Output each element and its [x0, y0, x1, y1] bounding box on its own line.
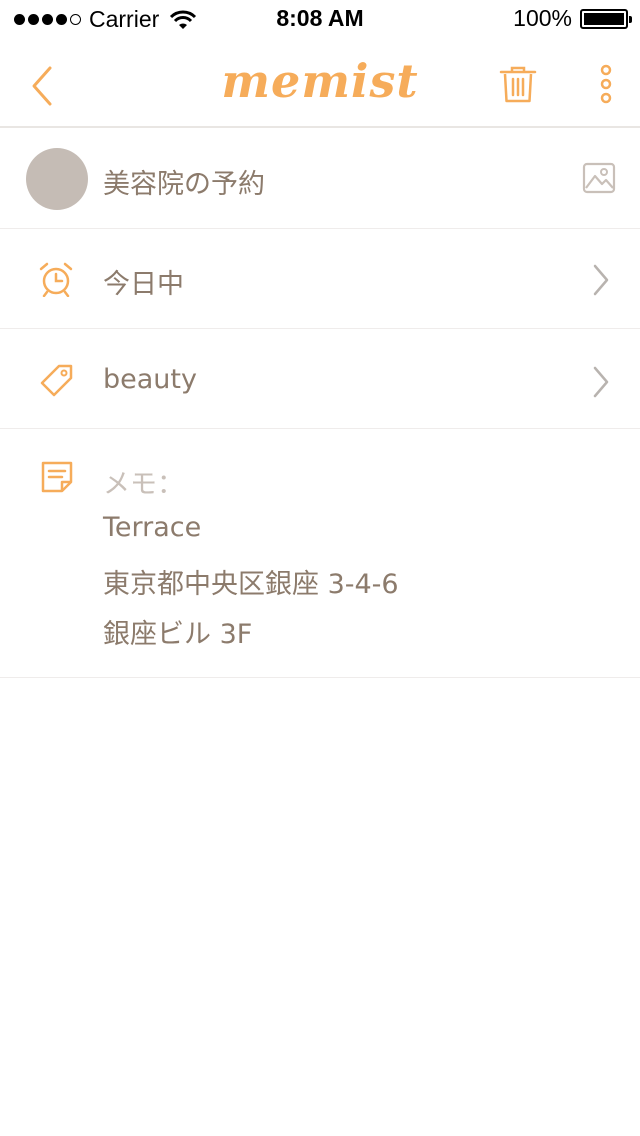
memo-section[interactable]: メモ： Terrace 東京都中央区銀座 3-4-6 銀座ビル 3F	[0, 428, 640, 678]
status-bar: Carrier 8:08 AM 100%	[0, 0, 640, 40]
memo-line[interactable]: 銀座ビル 3F	[103, 612, 252, 651]
tag-label: beauty	[103, 364, 197, 395]
battery-icon	[580, 8, 632, 29]
alarm-clock-icon	[39, 262, 73, 297]
tag-row[interactable]: beauty	[0, 329, 640, 429]
trash-icon[interactable]	[498, 64, 538, 104]
chevron-right-icon	[593, 264, 609, 296]
more-vertical-icon[interactable]	[594, 64, 618, 104]
navigation-bar: memist	[0, 40, 640, 128]
title-row[interactable]: 美容院の予約	[0, 129, 640, 229]
memo-label: メモ：	[103, 469, 184, 500]
tag-icon	[40, 364, 73, 397]
chevron-right-icon	[593, 366, 609, 398]
memo-title[interactable]: 美容院の予約	[103, 162, 265, 201]
app-logo: memist	[221, 54, 419, 108]
image-icon[interactable]	[582, 162, 616, 194]
memo-line[interactable]: Terrace	[103, 512, 201, 543]
memo-line[interactable]: 東京都中央区銀座 3-4-6	[103, 562, 399, 601]
note-icon	[41, 461, 73, 493]
battery-percentage: 100%	[513, 5, 572, 31]
reminder-row[interactable]: 今日中	[0, 229, 640, 329]
avatar[interactable]	[26, 148, 88, 210]
reminder-label: 今日中	[103, 269, 184, 300]
